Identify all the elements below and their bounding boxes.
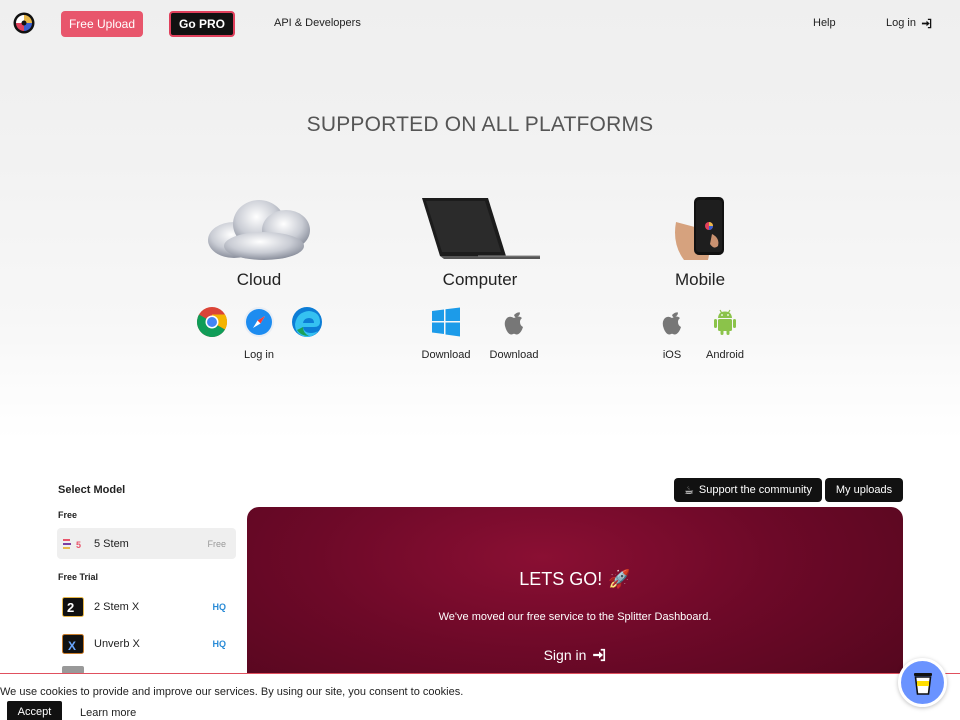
android-icon[interactable]: [709, 306, 741, 338]
phone-illustration: [675, 197, 724, 260]
model-tag: HQ: [212, 601, 227, 612]
sign-in-icon: [921, 18, 932, 28]
free-trial-group-label: Free Trial: [58, 572, 99, 582]
mobile-label: Mobile: [674, 270, 726, 289]
platforms-heading: SUPPORTED ON ALL PLATFORMS: [306, 113, 654, 136]
support-label: Support the community: [698, 484, 812, 496]
model-name: 2 Stem X: [94, 600, 140, 613]
computer-label: Computer: [442, 270, 518, 289]
sign-in-label: Sign in: [543, 647, 587, 663]
sign-in-link[interactable]: Sign in: [247, 647, 903, 663]
cloud-label: Cloud: [236, 270, 282, 289]
app-logo-icon[interactable]: [13, 12, 35, 34]
apple-icon[interactable]: [498, 306, 530, 338]
api-developers-link[interactable]: API & Developers: [274, 17, 361, 29]
login-link[interactable]: Log in: [886, 17, 932, 29]
cookie-banner: We use cookies to provide and improve ou…: [0, 673, 960, 720]
rocket-icon: 🚀: [608, 569, 631, 589]
cookie-accept-button[interactable]: Accept: [7, 701, 62, 720]
model-tag: Free: [207, 538, 226, 549]
cloud-login-link[interactable]: Log in: [224, 349, 294, 361]
help-link[interactable]: Help: [813, 17, 836, 29]
model-2-stem-x[interactable]: 2 2 Stem X HQ: [57, 591, 236, 622]
free-upload-button[interactable]: Free Upload: [61, 11, 143, 37]
two-stem-x-icon: 2: [62, 596, 84, 617]
cloud-illustration: [208, 200, 310, 260]
svg-text:5: 5: [76, 540, 81, 550]
cookie-learn-more-link[interactable]: Learn more: [80, 707, 136, 719]
model-5-stem[interactable]: 5 5 Stem Free: [57, 528, 236, 559]
coffee-icon: ☕: [684, 484, 694, 497]
five-stem-icon: 5: [63, 538, 81, 550]
sign-in-icon: [593, 648, 606, 662]
login-label: Log in: [886, 17, 916, 29]
model-name: 5 Stem: [94, 537, 129, 550]
unverb-x-icon: X: [62, 633, 84, 654]
model-unverb-x[interactable]: X Unverb X HQ: [57, 628, 236, 659]
top-navigation: Free Upload Go PRO API & Developers Help…: [0, 0, 960, 48]
go-pro-button[interactable]: Go PRO: [169, 11, 235, 37]
svg-text:X: X: [68, 639, 76, 653]
windows-download-link[interactable]: Download: [411, 349, 481, 361]
model-name: Unverb X: [94, 637, 140, 650]
safari-icon[interactable]: [243, 306, 275, 338]
windows-icon[interactable]: [430, 306, 462, 338]
laptop-illustration: [422, 198, 540, 259]
my-uploads-button[interactable]: My uploads: [825, 478, 903, 502]
svg-text:2: 2: [67, 600, 74, 615]
free-group-label: Free: [58, 510, 78, 520]
buy-me-coffee-button[interactable]: [898, 658, 947, 707]
hero-subtitle: We've moved our free service to the Spli…: [438, 611, 712, 623]
hero-title-text: LETS GO!: [519, 569, 603, 589]
model-tag: HQ: [212, 638, 227, 649]
mac-download-link[interactable]: Download: [479, 349, 549, 361]
hero-title: LETS GO! 🚀: [247, 569, 903, 590]
support-community-button[interactable]: ☕ Support the community: [674, 478, 822, 502]
cookie-message: We use cookies to provide and improve ou…: [0, 686, 464, 698]
chrome-icon[interactable]: [196, 306, 228, 338]
android-link[interactable]: Android: [690, 349, 760, 361]
select-model-heading: Select Model: [58, 484, 126, 496]
ios-apple-icon[interactable]: [656, 306, 688, 338]
edge-icon[interactable]: [291, 306, 323, 338]
coffee-cup-icon: [913, 672, 932, 695]
